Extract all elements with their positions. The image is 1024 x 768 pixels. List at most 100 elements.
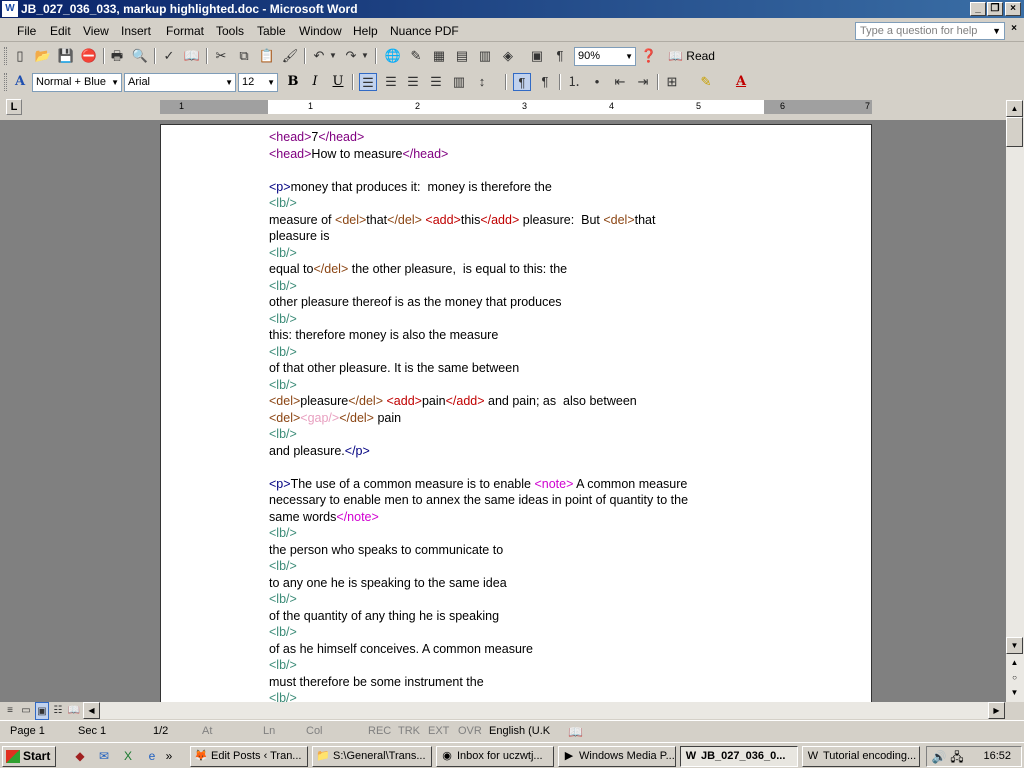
border-icon[interactable]: ⊞: [663, 73, 681, 91]
minimize-button[interactable]: _: [970, 2, 986, 16]
document-line[interactable]: <lb/>: [269, 345, 297, 359]
document-line[interactable]: the person who speaks to communicate to: [269, 543, 503, 557]
start-button[interactable]: Start: [2, 746, 56, 767]
highlight-icon[interactable]: ✎: [697, 73, 715, 91]
print-preview-icon[interactable]: 🔍: [131, 47, 149, 65]
document-line[interactable]: <lb/>: [269, 427, 297, 441]
line-spacing-icon[interactable]: ↕: [473, 73, 491, 91]
menu-file[interactable]: File: [17, 24, 36, 38]
status-ext[interactable]: EXT: [428, 725, 449, 737]
redo-dropdown-icon[interactable]: ▼: [360, 47, 370, 65]
taskbar-item[interactable]: 🦊 Edit Posts ‹ Tran...: [190, 746, 308, 767]
copy-icon[interactable]: ⧉: [235, 47, 253, 65]
document-line[interactable]: and pleasure.</p>: [269, 444, 370, 458]
vertical-scrollbar[interactable]: ▲ ▼ ▲ ○ ▼: [1006, 100, 1024, 702]
document-line[interactable]: equal to</del> the other pleasure, is eq…: [269, 262, 567, 276]
align-center-icon[interactable]: ☰: [382, 73, 400, 91]
document-line[interactable]: <lb/>: [269, 658, 297, 672]
document-line[interactable]: <head>7</head>: [269, 130, 364, 144]
pilcrow-icon[interactable]: ¶: [551, 47, 569, 65]
ltr-paragraph-icon[interactable]: ¶: [513, 73, 531, 91]
save-icon[interactable]: 💾: [57, 47, 75, 65]
menu-edit[interactable]: Edit: [50, 24, 71, 38]
print-icon[interactable]: 🖶: [108, 47, 126, 65]
taskbar-item[interactable]: 📁 S:\General\Trans...: [312, 746, 432, 767]
quicklaunch-excel-icon[interactable]: X: [120, 748, 136, 764]
document-line[interactable]: other pleasure thereof is as the money t…: [269, 295, 562, 309]
insert-table-icon[interactable]: ▦: [430, 47, 448, 65]
chevron-down-icon[interactable]: ▼: [111, 74, 119, 91]
document-line[interactable]: must therefore be some instrument the: [269, 675, 484, 689]
restore-button[interactable]: ❐: [987, 2, 1003, 16]
status-rec[interactable]: REC: [368, 725, 391, 737]
chevron-down-icon[interactable]: ▼: [625, 48, 633, 65]
drawing-icon[interactable]: ◈: [499, 47, 517, 65]
permission-icon[interactable]: ⛔: [80, 47, 98, 65]
undo-icon[interactable]: ↶: [310, 47, 328, 65]
word-app-icon[interactable]: W: [2, 1, 18, 17]
help-search-input[interactable]: Type a question for help ▼: [855, 22, 1005, 40]
decrease-indent-icon[interactable]: ⇤: [611, 73, 629, 91]
distributed-icon[interactable]: ▥: [450, 73, 468, 91]
menu-insert[interactable]: Insert: [121, 24, 151, 38]
bold-button[interactable]: B: [284, 73, 302, 91]
new-document-icon[interactable]: ▯: [11, 47, 29, 65]
scroll-right-icon[interactable]: ▶: [988, 702, 1005, 719]
document-line[interactable]: <del>pleasure</del> <add>pain</add> and …: [269, 394, 637, 408]
font-select[interactable]: Arial ▼: [124, 73, 236, 92]
menu-help[interactable]: Help: [353, 24, 378, 38]
document-line[interactable]: <p>money that produces it: money is ther…: [269, 180, 552, 194]
spelling-status-icon[interactable]: 📖: [568, 725, 583, 739]
redo-icon[interactable]: ↷: [342, 47, 360, 65]
document-line[interactable]: <lb/>: [269, 378, 297, 392]
document-line[interactable]: of that other pleasure. It is the same b…: [269, 361, 519, 375]
bullets-icon[interactable]: •: [588, 73, 606, 91]
italic-button[interactable]: I: [306, 73, 324, 91]
undo-dropdown-icon[interactable]: ▼: [328, 47, 338, 65]
document-line[interactable]: same words</note>: [269, 510, 379, 524]
underline-button[interactable]: U: [329, 73, 347, 91]
document-line[interactable]: <lb/>: [269, 196, 297, 210]
document-line[interactable]: pleasure is: [269, 229, 329, 243]
help-icon[interactable]: ❓: [640, 47, 658, 65]
document-line[interactable]: <lb/>: [269, 526, 297, 540]
status-ovr[interactable]: OVR: [458, 725, 482, 737]
justify-icon[interactable]: ☰: [427, 73, 445, 91]
menu-window[interactable]: Window: [299, 24, 342, 38]
hyperlink-icon[interactable]: 🌐: [384, 47, 402, 65]
web-layout-icon[interactable]: ▭: [19, 702, 33, 720]
insert-excel-icon[interactable]: ▤: [453, 47, 471, 65]
spelling-icon[interactable]: ✓: [160, 47, 178, 65]
document-line[interactable]: necessary to enable men to annex the sam…: [269, 493, 688, 507]
scroll-left-icon[interactable]: ◀: [83, 702, 100, 719]
quicklaunch-more-icon[interactable]: »: [164, 748, 174, 764]
taskbar-item-active[interactable]: W JB_027_036_0...: [680, 746, 798, 767]
tables-borders-icon[interactable]: ✎: [407, 47, 425, 65]
document-line[interactable]: to any one he is speaking to the same id…: [269, 576, 507, 590]
document-line[interactable]: <lb/>: [269, 559, 297, 573]
document-line[interactable]: <lb/>: [269, 312, 297, 326]
scroll-up-icon[interactable]: ▲: [1006, 100, 1023, 117]
document-line[interactable]: of as he himself conceives. A common mea…: [269, 642, 533, 656]
chevron-down-icon[interactable]: ▼: [267, 74, 275, 91]
document-line[interactable]: <lb/>: [269, 246, 297, 260]
toolbar-handle[interactable]: [4, 47, 7, 65]
style-select[interactable]: Normal + Blue ▼: [32, 73, 122, 92]
open-folder-icon[interactable]: 📂: [34, 47, 52, 65]
document-line[interactable]: this: therefore money is also the measur…: [269, 328, 498, 342]
menu-view[interactable]: View: [83, 24, 109, 38]
status-trk[interactable]: TRK: [398, 725, 420, 737]
normal-view-icon[interactable]: ≡: [3, 702, 17, 720]
document-line[interactable]: <lb/>: [269, 625, 297, 639]
menu-tools[interactable]: Tools: [216, 24, 244, 38]
font-color-icon[interactable]: A: [732, 73, 750, 91]
taskbar-item[interactable]: W Tutorial encoding...: [802, 746, 920, 767]
document-line[interactable]: <lb/>: [269, 592, 297, 606]
reading-layout-icon[interactable]: 📖: [67, 702, 81, 720]
menu-table[interactable]: Table: [257, 24, 286, 38]
next-page-icon[interactable]: ▼: [1006, 685, 1023, 702]
close-button[interactable]: ×: [1005, 2, 1021, 16]
research-icon[interactable]: 📖: [183, 47, 201, 65]
document-line[interactable]: measure of <del>that</del> <add>this</ad…: [269, 213, 655, 227]
align-left-icon[interactable]: ☰: [359, 73, 377, 91]
